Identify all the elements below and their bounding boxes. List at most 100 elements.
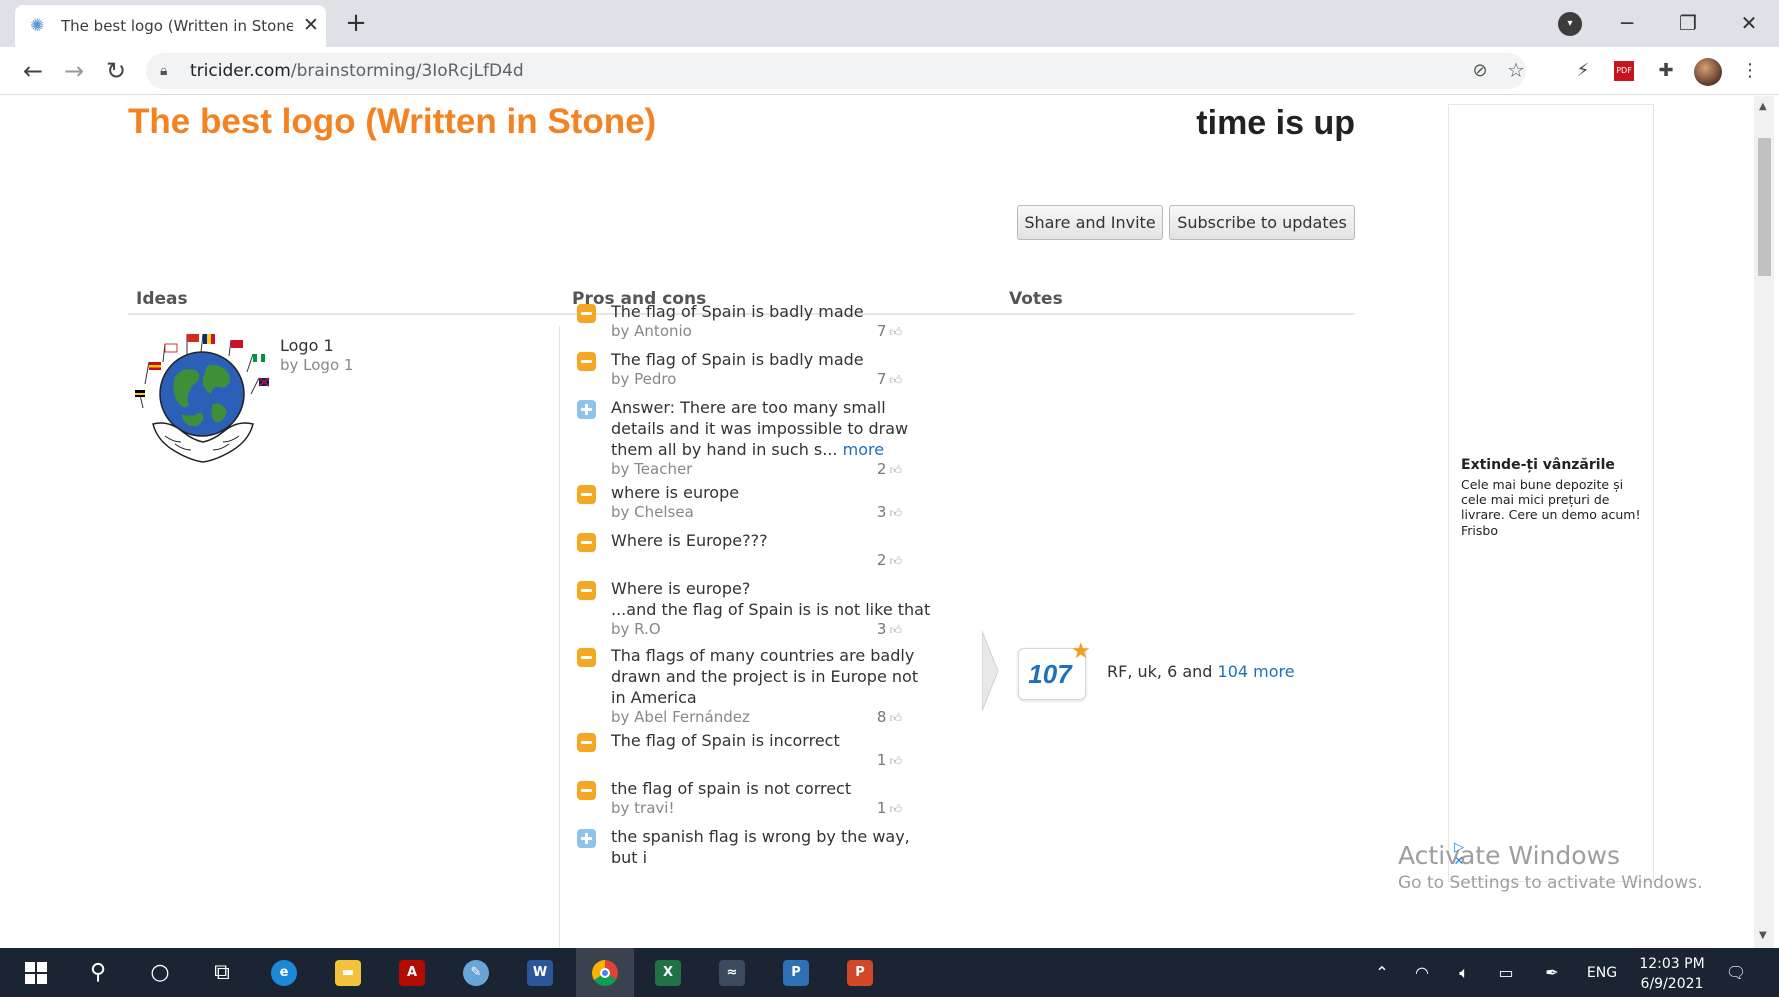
acrobat-icon[interactable]: A (384, 948, 440, 997)
argument-text-line: Where is europe? (611, 579, 751, 598)
excel-icon[interactable]: X (640, 948, 696, 997)
word-icon[interactable]: W (512, 948, 568, 997)
thumbs-up-icon[interactable]: 👍︎ (889, 506, 902, 520)
advertisement[interactable]: Extinde-ți vânzările Cele mai bune depoz… (1448, 104, 1654, 882)
argument-author: by Teacher (611, 460, 693, 478)
battery-icon[interactable]: ▭ (1494, 962, 1518, 984)
clock-time[interactable]: 12:03 PM (1632, 956, 1712, 972)
share-invite-button[interactable]: Share and Invite (1017, 205, 1163, 240)
url-text[interactable]: tricider.com/brainstorming/3IoRcjLfD4d (190, 60, 524, 82)
ad-title[interactable]: Extinde-ți vânzările (1461, 457, 1651, 473)
con-minus-icon (577, 733, 596, 752)
ad-description[interactable]: Cele mai bune depozite și cele mai mici … (1461, 477, 1651, 522)
pen-icon[interactable]: ✒ (1540, 962, 1564, 984)
scroll-up-arrow-icon[interactable]: ▲ (1759, 101, 1767, 112)
more-voters-link[interactable]: 104 more (1218, 662, 1295, 681)
argument-text-line: Where is Europe??? (611, 531, 768, 550)
notifications-icon[interactable]: 🗨︎ (1722, 962, 1750, 984)
ad-brand[interactable]: Frisbo (1461, 523, 1498, 538)
restore-button[interactable]: ❐ (1668, 8, 1708, 38)
like-count: 1 (876, 751, 887, 769)
new-tab-button[interactable]: + (342, 8, 370, 38)
thumbs-up-icon[interactable]: 👍︎ (889, 711, 902, 725)
forward-arrow-icon[interactable]: → (58, 55, 90, 87)
kebab-menu-icon[interactable]: ⋮ (1737, 58, 1763, 84)
scrollbar-thumb[interactable] (1758, 138, 1771, 276)
browser-tab[interactable]: ✺ The best logo (Written in Stone) ✕ (15, 5, 326, 47)
argument-likes[interactable]: 1 👍︎ (862, 751, 902, 770)
column-header-ideas: Ideas (136, 289, 188, 309)
paint-icon[interactable]: ✎ (448, 948, 504, 997)
time-status: time is up (1196, 104, 1355, 142)
minimize-button[interactable]: ─ (1607, 8, 1647, 38)
puzzle-extensions-icon[interactable]: ✚ (1653, 58, 1679, 84)
profile-avatar[interactable] (1694, 58, 1722, 86)
argument-likes[interactable]: 1 👍︎ (862, 799, 902, 818)
thumbs-up-icon[interactable]: 👍︎ (889, 325, 902, 339)
address-bar[interactable]: 🔒︎ tricider.com/brainstorming/3IoRcjLfD4… (146, 53, 1526, 89)
publisher-icon[interactable]: P (768, 948, 824, 997)
argument-likes[interactable]: 7 👍︎ (862, 370, 902, 389)
window-close-button[interactable]: ✕ (1729, 8, 1769, 38)
argument-text-line: the spanish flag is wrong by the way, bu… (611, 827, 910, 867)
argument-text-line: ...and the flag of Spain is is not like … (611, 600, 931, 619)
cortana-icon[interactable]: ○ (132, 948, 188, 997)
search-icon[interactable]: ⚲ (70, 948, 126, 997)
task-view-icon[interactable]: ⧉ (194, 948, 250, 997)
wifi-icon[interactable]: ◠ (1410, 962, 1434, 984)
idea-logo-image[interactable] (135, 332, 270, 467)
tab-title: The best logo (Written in Stone) (61, 17, 293, 35)
activate-windows-hint: Go to Settings to activate Windows. (1398, 873, 1703, 893)
subscribe-button[interactable]: Subscribe to updates (1169, 205, 1355, 240)
tab-search-icon[interactable]: ▾ (1558, 12, 1582, 36)
argument-text: Answer: There are too many small details… (611, 397, 931, 460)
argument-likes[interactable]: 2 👍︎ (862, 551, 902, 570)
scroll-down-arrow-icon[interactable]: ▼ (1759, 930, 1767, 941)
back-arrow-icon[interactable]: ← (17, 55, 49, 87)
thumbs-up-icon[interactable]: 👍︎ (889, 754, 902, 768)
argument-likes[interactable]: 3 👍︎ (862, 503, 902, 522)
powerpoint-icon[interactable]: P (832, 948, 888, 997)
idea-name[interactable]: Logo 1 (280, 336, 334, 355)
thumbs-up-icon[interactable]: 👍︎ (889, 802, 902, 816)
thumbs-up-icon[interactable]: 👍︎ (889, 623, 902, 637)
edge-icon[interactable]: e (256, 948, 312, 997)
browser-toolbar: ← → ↻ 🔒︎ tricider.com/brainstorming/3IoR… (0, 47, 1779, 95)
page-title: The best logo (Written in Stone) (128, 102, 657, 141)
like-count: 3 (876, 620, 887, 638)
language-indicator[interactable]: ENG (1584, 962, 1620, 984)
thumbs-up-icon[interactable]: 👍︎ (889, 373, 902, 387)
argument-likes[interactable]: 2 👍︎ (862, 460, 902, 479)
ink-app-icon[interactable]: ≈ (704, 948, 760, 997)
file-explorer-icon[interactable]: ▬ (320, 948, 376, 997)
thumbs-up-icon[interactable]: 👍︎ (889, 554, 902, 568)
windows-start-icon[interactable] (8, 948, 64, 997)
reload-icon[interactable]: ↻ (100, 55, 132, 87)
argument-text: The flag of Spain is incorrect (611, 730, 931, 751)
lightning-extension-icon[interactable]: ⚡ (1570, 58, 1596, 84)
clock-date[interactable]: 6/9/2021 (1632, 976, 1712, 992)
argument-text: Where is europe? ...and the flag of Spain… (611, 578, 931, 620)
page-content: The best logo (Written in Stone) time is… (5, 96, 1759, 948)
tab-strip: ✺ The best logo (Written in Stone) ✕ + ▾… (0, 0, 1779, 47)
pdf-extension-icon[interactable]: PDF (1614, 61, 1634, 81)
vote-count-badge[interactable]: 107 ★ (1018, 641, 1091, 700)
show-hidden-icons-icon[interactable]: ⌃ (1370, 962, 1394, 984)
read-more-link[interactable]: more (843, 440, 884, 459)
like-count: 7 (876, 370, 887, 388)
argument-text-line: The flag of Spain is badly made (611, 302, 864, 321)
page-scrollbar[interactable]: ▲ ▼ (1754, 96, 1774, 948)
volume-icon[interactable]: 🔈︎ (1452, 962, 1476, 984)
voters-list: RF, uk, 6 and (1107, 662, 1213, 681)
argument-likes[interactable]: 8 👍︎ (862, 708, 902, 727)
eye-slash-icon[interactable]: ⊘ (1468, 59, 1492, 83)
argument-author: by Abel Fernández (611, 708, 750, 726)
chrome-icon[interactable] (576, 948, 634, 997)
like-count: 1 (876, 799, 887, 817)
lock-icon[interactable]: 🔒︎ (160, 61, 176, 81)
argument-likes[interactable]: 3 👍︎ (862, 620, 902, 639)
argument-likes[interactable]: 7 👍︎ (862, 322, 902, 341)
bookmark-star-icon[interactable]: ☆ (1504, 58, 1528, 82)
thumbs-up-icon[interactable]: 👍︎ (889, 463, 902, 477)
close-tab-icon[interactable]: ✕ (301, 14, 321, 36)
